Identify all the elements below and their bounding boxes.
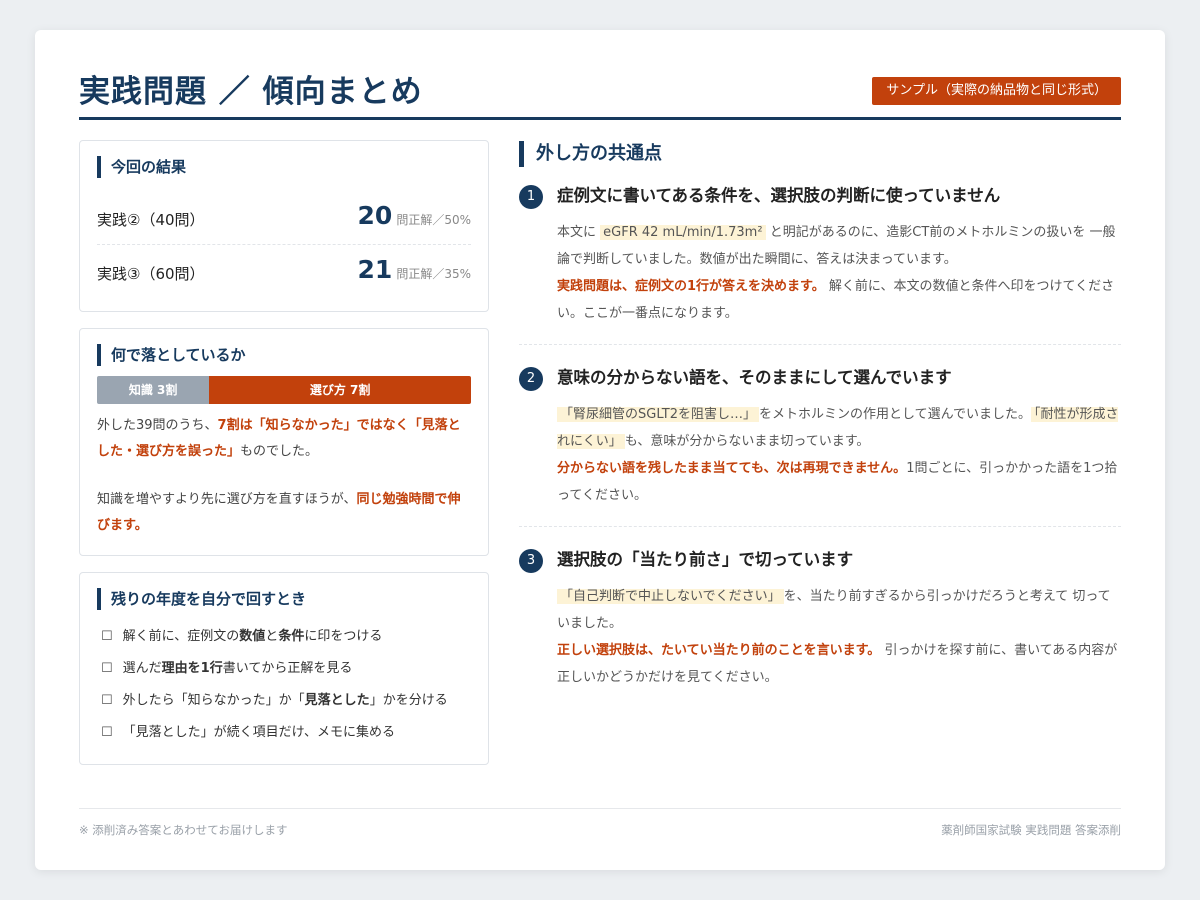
result-row: 実践③（60問） 21 問正解／35% <box>97 247 471 299</box>
result-row: 実践②（40問） 20 問正解／50% <box>97 193 471 245</box>
quoted-choice: 「自己判断で中止しないでください」 <box>557 589 784 604</box>
point-item: 3 選択肢の「当たり前さ」で切っています 「自己判断で中止しないでください」 を、… <box>519 549 1121 689</box>
point-title: 選択肢の「当たり前さ」で切っています <box>557 550 854 569</box>
choice-segment: 選び方 7割 <box>209 376 471 404</box>
summary-card: 実践問題 ／ 傾向まとめ サンプル（実際の納品物と同じ形式） 今回の結果 実践②… <box>35 30 1165 870</box>
point-item: 2 意味の分からない語を、そのままにして選んでいます 「腎尿細管のSGLT2を阻… <box>519 367 1121 527</box>
point-body: 本文に eGFR 42 mL/min/1.73m² と明記があるのに、造影CT前… <box>557 225 1116 321</box>
point-number: 2 <box>519 367 543 391</box>
results-heading: 今回の結果 <box>97 156 186 178</box>
point-title: 症例文に書いてある条件を、選択肢の判断に使っていません <box>557 186 1001 205</box>
cause-panel: 何で落としているか 知識 3割 選び方 7割 外した39問のうち、7割は「知らな… <box>79 328 489 556</box>
result-label: 実践②（40問） <box>97 211 205 229</box>
point-body: 「腎尿細管のSGLT2を阻害し…」 をメトホルミンの作用として選んでいました。 「耐… <box>557 407 1119 503</box>
point-body: 「自己判断で中止しないでください」 を、当たり前すぎるから引っかけだろうと考えて … <box>557 589 1118 685</box>
checklist: ☐ 解く前に、症例文の数値と条件に印をつける ☐ 選んだ理由を1行書いてから正解を見… <box>101 625 471 753</box>
point-title: 意味の分からない語を、そのままにして選んでいます <box>557 368 952 387</box>
point-emphasis: 実践問題は、症例文の1行が答えを決めます。 <box>557 279 825 294</box>
checkbox-icon[interactable]: ☐ <box>101 725 113 740</box>
result-label: 実践③（60問） <box>97 265 205 283</box>
checkbox-icon[interactable]: ☐ <box>101 629 113 644</box>
checklist-item[interactable]: ☐ 選んだ理由を1行書いてから正解を見る <box>101 657 471 689</box>
result-score: 21 <box>357 255 393 284</box>
knowledge-segment: 知識 3割 <box>97 376 210 404</box>
self-review-heading: 残りの年度を自分で回すとき <box>97 588 306 610</box>
point-number: 1 <box>519 185 543 209</box>
quoted-choice: 「腎尿細管のSGLT2を阻害し…」 <box>557 407 759 422</box>
cause-paragraph-1: 外した39問のうち、7割は「知らなかった」ではなく「見落とした・選び方を誤った」… <box>97 418 461 459</box>
footer: ※ 添削済み答案とあわせてお届けします 薬剤師国家試験 実践問題 答案添削 <box>79 808 1121 848</box>
quoted-value: eGFR 42 mL/min/1.73m² <box>600 225 766 240</box>
checklist-item[interactable]: ☐ 「見落とした」が続く項目だけ、メモに集める <box>101 721 471 753</box>
point-number: 3 <box>519 549 543 573</box>
checkbox-icon[interactable]: ☐ <box>101 661 113 676</box>
checkbox-icon[interactable]: ☐ <box>101 693 113 708</box>
section-title: 外し方の共通点 <box>519 141 662 167</box>
result-value: 21 問正解／35% <box>358 255 471 284</box>
point-item: 1 症例文に書いてある条件を、選択肢の判断に使っていません 本文に eGFR 4… <box>519 185 1121 345</box>
self-review-panel: 残りの年度を自分で回すとき ☐ 解く前に、症例文の数値と条件に印をつける ☐ 選んだ… <box>79 572 489 765</box>
checklist-item[interactable]: ☐ 外したら「知らなかった」か「見落とした」かを分ける <box>101 689 471 721</box>
point-emphasis: 正しい選択肢は、たいてい当たり前のことを言います。 <box>557 643 881 658</box>
sample-badge: サンプル（実際の納品物と同じ形式） <box>872 77 1121 105</box>
cause-heading: 何で落としているか <box>97 344 246 366</box>
point-emphasis: 分からない語を残したまま当てても、次は再現できません。 <box>557 461 907 476</box>
result-score: 20 <box>357 201 393 230</box>
results-panel: 今回の結果 実践②（40問） 20 問正解／50% 実践③（60問） 21 問正解／… <box>79 140 489 312</box>
footer-note: ※ 添削済み答案とあわせてお届けします <box>79 823 288 837</box>
result-unit: 問正解／50% <box>396 213 471 227</box>
cause-breakdown-bar: 知識 3割 選び方 7割 <box>97 376 471 404</box>
page-header: 実践問題 ／ 傾向まとめ サンプル（実際の納品物と同じ形式） <box>79 66 1121 120</box>
result-value: 20 問正解／50% <box>358 201 471 230</box>
result-unit: 問正解／35% <box>396 267 471 281</box>
cause-paragraph-2: 知識を増やすより先に選び方を直すほうが、同じ勉強時間で伸びます。 <box>97 492 461 533</box>
page-title: 実践問題 ／ 傾向まとめ <box>79 74 423 110</box>
checklist-item[interactable]: ☐ 解く前に、症例文の数値と条件に印をつける <box>101 625 471 657</box>
footer-service-name: 薬剤師国家試験 実践問題 答案添削 <box>941 823 1121 837</box>
